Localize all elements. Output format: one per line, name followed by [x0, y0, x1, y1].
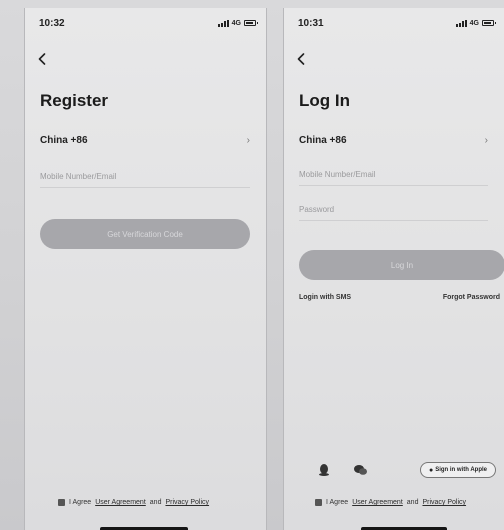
- back-chevron-icon: [297, 53, 305, 65]
- password-field-wrapper: [299, 198, 488, 221]
- login-button[interactable]: Log In: [299, 250, 504, 280]
- back-icon[interactable]: [294, 52, 308, 66]
- wechat-bubbles-icon: [353, 465, 367, 475]
- chevron-right-icon: ›: [246, 134, 250, 146]
- network-label: 4G: [231, 19, 241, 27]
- login-screen: 10:31 4G Log In China +86 › Log In Login…: [283, 8, 504, 530]
- agreement-prefix: I Agree: [326, 499, 349, 506]
- agreement-row: I Agree User Agreement and Privacy Polic…: [315, 499, 466, 506]
- status-bar: 10:32 4G: [39, 16, 258, 30]
- country-code: China +86: [40, 134, 88, 146]
- country-code-selector[interactable]: China +86 ›: [40, 132, 250, 148]
- qq-icon[interactable]: [316, 462, 332, 478]
- social-login-row: ● Sign in with Apple: [316, 460, 496, 480]
- agreement-and: and: [149, 499, 162, 506]
- country-code: China +86: [299, 134, 347, 146]
- status-icons: 4G: [217, 19, 258, 27]
- user-agreement-link[interactable]: User Agreement: [95, 499, 146, 506]
- status-time: 10:32: [39, 17, 65, 29]
- signal-icon: [455, 19, 467, 27]
- chevron-right-icon: ›: [484, 134, 488, 146]
- agreement-checkbox-icon[interactable]: [58, 499, 65, 506]
- back-chevron-icon: [38, 53, 46, 65]
- privacy-policy-link[interactable]: Privacy Policy: [422, 499, 466, 506]
- country-code-selector[interactable]: China +86 ›: [299, 132, 488, 148]
- agreement-checkbox-icon[interactable]: [315, 499, 322, 506]
- login-title: Log In: [299, 91, 350, 110]
- sign-in-with-apple-label: Sign in with Apple: [435, 467, 487, 473]
- agreement-and: and: [406, 499, 419, 506]
- agreement-row: I Agree User Agreement and Privacy Polic…: [58, 499, 209, 506]
- login-with-sms-link[interactable]: Login with SMS: [299, 294, 351, 301]
- apple-icon: ●: [428, 466, 434, 474]
- sign-in-with-apple-button[interactable]: ● Sign in with Apple: [419, 462, 496, 478]
- register-title: Register: [40, 91, 109, 110]
- battery-icon: [244, 20, 258, 26]
- qq-penguin-icon: [319, 464, 329, 476]
- status-icons: 4G: [455, 19, 496, 27]
- mobile-email-field-wrapper: [40, 165, 250, 188]
- register-screen: 10:32 4G Register China +86 › Get Verifi…: [24, 8, 267, 530]
- back-icon[interactable]: [35, 52, 49, 66]
- mobile-email-input[interactable]: [299, 169, 488, 179]
- forgot-password-link[interactable]: Forgot Password: [443, 294, 500, 301]
- signal-icon: [217, 19, 229, 27]
- wechat-icon[interactable]: [352, 462, 368, 478]
- status-time: 10:31: [298, 17, 324, 29]
- battery-icon: [482, 20, 496, 26]
- network-label: 4G: [469, 19, 479, 27]
- screenshot-stage: 10:32 4G Register China +86 › Get Verifi…: [0, 0, 504, 530]
- agreement-prefix: I Agree: [69, 499, 92, 506]
- user-agreement-link[interactable]: User Agreement: [352, 499, 403, 506]
- mobile-email-input[interactable]: [40, 171, 250, 181]
- mobile-email-field-wrapper: [299, 163, 488, 186]
- privacy-policy-link[interactable]: Privacy Policy: [165, 499, 209, 506]
- password-input[interactable]: [299, 204, 488, 214]
- get-verification-code-button[interactable]: Get Verification Code: [40, 219, 250, 249]
- status-bar: 10:31 4G: [298, 16, 496, 30]
